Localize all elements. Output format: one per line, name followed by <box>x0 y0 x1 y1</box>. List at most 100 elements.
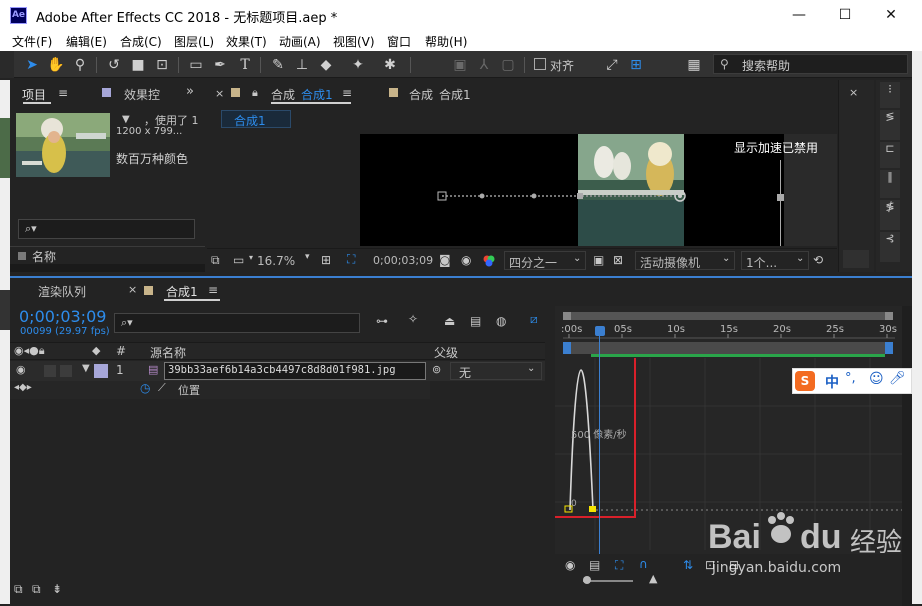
puppet-pin-tool-icon[interactable]: ✱ <box>380 55 400 75</box>
close-tab-icon[interactable]: × <box>215 87 224 100</box>
close-panel-icon[interactable]: × <box>849 86 858 99</box>
layer-name-field[interactable]: 39bb33aef6b14a3cb4497c8d8d01f981.jpg <box>164 362 426 380</box>
comp-mini-flowchart-icon[interactable]: ⊶ <box>376 314 388 328</box>
hand-tool-icon[interactable]: ✋ <box>46 55 66 75</box>
motion-blur-icon[interactable]: ◍ <box>496 314 506 328</box>
ime-punctuation[interactable]: °, <box>845 371 856 386</box>
expand-layer-icon[interactable]: ▼ <box>82 363 90 374</box>
footage-dropdown-icon[interactable]: ▼ <box>122 114 130 125</box>
snap-magnet-icon[interactable]: ∩ <box>639 557 648 571</box>
time-navigator-start-handle[interactable] <box>563 312 571 320</box>
comp-breadcrumb[interactable]: 合成1 <box>221 110 291 128</box>
side-panel-tab[interactable]: ⊏ <box>880 142 900 168</box>
frame-blending-icon[interactable]: ▤ <box>470 314 481 328</box>
tab-effect-controls[interactable]: 效果控 <box>124 86 160 103</box>
local-axis-icon[interactable]: ▣ <box>450 55 470 75</box>
camera-tool-icon[interactable]: ■ <box>128 55 148 75</box>
column-source-name[interactable]: 源名称 <box>150 344 186 361</box>
pan-behind-tool-icon[interactable]: ⊡ <box>152 55 172 75</box>
keyframe-marker[interactable] <box>589 506 596 512</box>
work-area-bar[interactable] <box>563 342 893 354</box>
time-ruler[interactable]: :00s 05s 10s 15s 20s 25s 30s <box>555 320 902 342</box>
graph-options-icon[interactable]: ▤ <box>589 558 600 572</box>
close-tab-icon[interactable]: × <box>128 283 137 296</box>
tab-project[interactable]: 项目 <box>22 86 46 103</box>
graph-toggle-icon[interactable]: ⟋ <box>158 381 166 395</box>
resolution-dropdown[interactable]: 四分之一 ⌄ <box>504 251 586 270</box>
time-navigator[interactable] <box>563 312 893 320</box>
close-button[interactable]: ✕ <box>868 0 914 31</box>
keyframe-navigator-icon[interactable]: ◂◆▸ <box>14 382 32 393</box>
snap-option-icon[interactable]: ⤢ <box>602 55 622 75</box>
menu-composition[interactable]: 合成(C) <box>120 33 162 50</box>
side-panel-tab[interactable]: ⊰ <box>880 232 900 262</box>
panel-menu-icon[interactable]: ≡ <box>208 283 218 297</box>
tab-timeline-comp[interactable]: 合成1 <box>166 283 198 300</box>
minimize-button[interactable]: — <box>776 0 822 31</box>
zoom-slider-thumb[interactable] <box>583 576 591 584</box>
property-row[interactable]: ◂◆▸ ◷ ⟋ 位置 <box>10 381 430 399</box>
world-axis-icon[interactable]: ⅄ <box>474 55 494 75</box>
column-parent[interactable]: 父级 <box>434 344 458 361</box>
menu-effect[interactable]: 效果(T) <box>226 33 267 50</box>
solo-toggle[interactable] <box>44 365 56 377</box>
menu-animation[interactable]: 动画(A) <box>279 33 321 50</box>
rectangle-tool-icon[interactable]: ▭ <box>186 55 206 75</box>
project-search-input[interactable]: ⌕▾ <box>18 219 195 239</box>
type-tool-icon[interactable]: T <box>235 55 255 75</box>
graph-editor-icon[interactable]: ⧄ <box>530 312 538 327</box>
shy-layers-icon[interactable]: ⏏ <box>444 314 455 328</box>
composition-viewer[interactable] <box>360 134 784 246</box>
help-search-field[interactable]: ⚲ 搜索帮助 <box>713 54 908 74</box>
ime-toolbar[interactable]: S 中 °, ☺ 🎤︎ <box>792 368 912 394</box>
side-panel-tab[interactable]: ≸ <box>880 200 900 230</box>
selection-tool-icon[interactable]: ➤ <box>22 55 42 75</box>
lock-icon[interactable]: 🔒︎ <box>252 86 258 100</box>
camera-dropdown[interactable]: 活动摄像机 ⌄ <box>635 251 735 270</box>
visibility-eye-icon[interactable]: ◉ <box>16 363 26 376</box>
panel-menu-icon[interactable]: ≡ <box>58 86 68 100</box>
layer-search-input[interactable]: ⌕▾ <box>114 313 360 333</box>
playhead-handle[interactable] <box>595 326 605 336</box>
rotate-tool-icon[interactable]: ↺ <box>104 55 124 75</box>
property-name[interactable]: 位置 <box>178 382 200 398</box>
monitor-icon[interactable]: ▭ <box>233 253 244 267</box>
menu-help[interactable]: 帮助(H) <box>425 33 467 50</box>
transfer-controls-icon[interactable]: ⧉ <box>32 582 41 597</box>
view-layout-dropdown[interactable]: 1个... ⌄ <box>741 251 809 270</box>
zoom-tool-icon[interactable]: ⚲ <box>70 55 90 75</box>
snapshot-camera-icon[interactable]: ◙ <box>439 253 451 267</box>
snap-checkbox[interactable] <box>534 58 546 70</box>
show-snapshot-icon[interactable]: ◉ <box>461 253 471 267</box>
tab-composition-active[interactable]: 合成1 <box>301 86 333 103</box>
clone-stamp-tool-icon[interactable]: ⊥ <box>292 55 312 75</box>
work-area-end[interactable] <box>885 342 893 354</box>
menu-file[interactable]: 文件(F) <box>12 33 52 50</box>
ime-mode-label[interactable]: 中 <box>825 372 839 392</box>
grid-toggle-icon[interactable]: ⊞ <box>321 253 331 267</box>
in-out-stretch-icon[interactable]: ⇟ <box>52 582 62 596</box>
panel-overflow-icon[interactable]: » <box>186 84 194 99</box>
bounding-box-handle[interactable] <box>777 194 784 201</box>
side-panel-tab[interactable]: ‖ <box>880 170 900 198</box>
ime-emoji-icon[interactable]: ☺ <box>869 371 884 387</box>
side-panel-tab[interactable]: ≶ <box>880 110 900 140</box>
work-area-start[interactable] <box>563 342 571 354</box>
maximize-button[interactable]: ☐ <box>822 0 868 31</box>
snap-grid-icon[interactable]: ⊞ <box>626 55 646 75</box>
lock-toggle[interactable] <box>60 365 72 377</box>
layer-switches-icon[interactable]: ⧉ <box>14 582 23 597</box>
show-properties-icon[interactable]: ◉ <box>565 558 575 572</box>
always-preview-icon[interactable]: ⧉ <box>211 253 220 268</box>
layer-row[interactable]: ◉ ▼ 1 ▤ 39bb33aef6b14a3cb4497c8d8d01f981… <box>10 361 545 381</box>
layer-label-color[interactable] <box>94 364 108 378</box>
current-time-display[interactable]: 0;00;03;09 <box>19 307 106 326</box>
workspace-icon[interactable]: ▦ <box>684 55 704 75</box>
tab-layer[interactable]: 合成1 <box>439 86 471 103</box>
tab-render-queue[interactable]: 渲染队列 <box>38 283 86 300</box>
fit-selection-icon[interactable]: ⇅ <box>683 558 693 572</box>
column-name-header[interactable]: 名称 <box>32 248 56 265</box>
side-panel-tab[interactable]: ⁝ <box>880 82 900 108</box>
reset-exposure-icon[interactable]: ⟲ <box>813 253 823 267</box>
menu-view[interactable]: 视图(V) <box>333 33 375 50</box>
